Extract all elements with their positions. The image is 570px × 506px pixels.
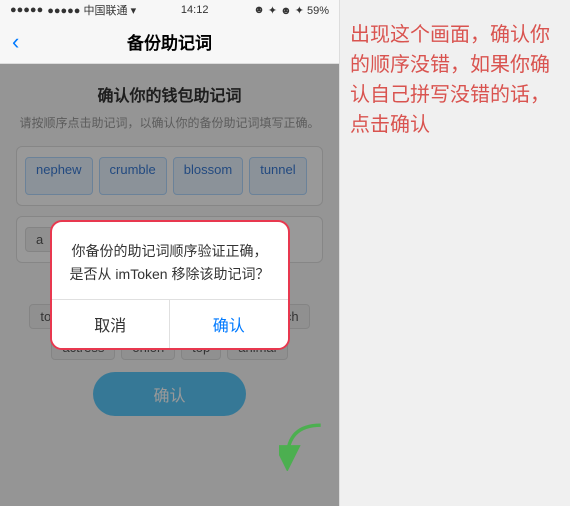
phone-frame: ●●●●● ●●●●● 中国联通 ▾ 14:12 ☻ ✦ ☻ ✦ 59% ‹ 备… <box>0 0 340 506</box>
dialog-cancel-button[interactable]: 取消 <box>52 300 171 348</box>
nav-bar: ‹ 备份助记词 <box>0 20 339 64</box>
status-bar: ●●●●● ●●●●● 中国联通 ▾ 14:12 ☻ ✦ ☻ ✦ 59% <box>0 0 339 20</box>
battery-indicator: ☻ ✦ 59% <box>280 4 329 17</box>
bluetooth-icon: ✦ <box>268 4 277 17</box>
annotation-area: 出现这个画面，确认你的顺序没错，如果你确认自己拼写没错的话，点击确认 <box>340 0 570 506</box>
annotation-text: 出现这个画面，确认你的顺序没错，如果你确认自己拼写没错的话，点击确认 <box>350 20 560 140</box>
dialog: 你备份的助记词顺序验证正确，是否从 imToken 移除该助记词？ 取消 确认 <box>50 220 290 350</box>
arrow-indicator <box>279 421 329 476</box>
nav-title: 备份助记词 <box>127 29 212 54</box>
wifi-icon: ☻ <box>253 4 265 16</box>
status-carrier: ●●●●● ●●●●● 中国联通 ▾ <box>10 2 136 18</box>
back-button[interactable]: ‹ <box>12 29 19 55</box>
arrow-icon <box>279 421 329 471</box>
dialog-message: 你备份的助记词顺序验证正确，是否从 imToken 移除该助记词？ <box>68 240 272 285</box>
signal-dots: ●●●●● <box>10 4 43 16</box>
modal-overlay: 你备份的助记词顺序验证正确，是否从 imToken 移除该助记词？ 取消 确认 <box>0 64 339 506</box>
carrier-name: ●●●●● 中国联通 ▾ <box>47 2 136 18</box>
dialog-actions: 取消 确认 <box>52 299 288 348</box>
status-icons: ☻ ✦ ☻ ✦ 59% <box>253 4 329 17</box>
page-content: 确认你的钱包助记词 请按顺序点击助记词，以确认你的备份助记词填写正确。 neph… <box>0 64 339 506</box>
dialog-ok-button[interactable]: 确认 <box>170 300 288 348</box>
dialog-body: 你备份的助记词顺序验证正确，是否从 imToken 移除该助记词？ <box>52 222 288 299</box>
status-time: 14:12 <box>181 4 209 16</box>
